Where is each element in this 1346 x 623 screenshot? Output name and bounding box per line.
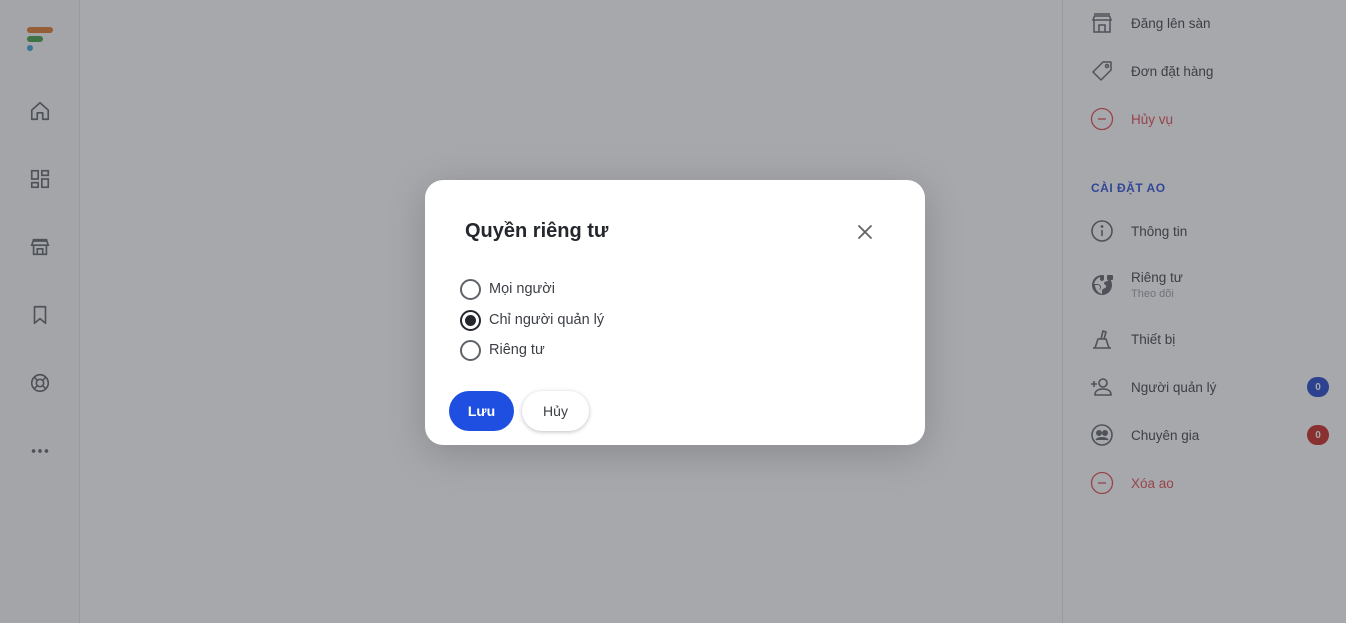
option-private[interactable]: Riêng tư [460, 338, 545, 362]
radio-everyone[interactable] [460, 278, 481, 300]
option-private-label: Riêng tư [489, 342, 545, 358]
radio-managers-only[interactable] [460, 309, 481, 331]
option-managers-only-label: Chỉ người quản lý [489, 312, 605, 328]
dialog-title: Quyền riêng tư [465, 220, 609, 242]
option-managers-only[interactable]: Chỉ người quản lý [460, 308, 604, 332]
cancel-button[interactable]: Hủy [522, 391, 589, 431]
close-icon [858, 225, 872, 239]
option-everyone[interactable]: Mọi người [460, 277, 555, 301]
close-button[interactable] [851, 218, 879, 246]
save-button[interactable]: Lưu [449, 391, 514, 431]
option-everyone-label: Mọi người [489, 281, 555, 297]
radio-private[interactable] [460, 339, 481, 361]
privacy-dialog: Quyền riêng tư Mọi người Chỉ người quản … [425, 180, 925, 445]
